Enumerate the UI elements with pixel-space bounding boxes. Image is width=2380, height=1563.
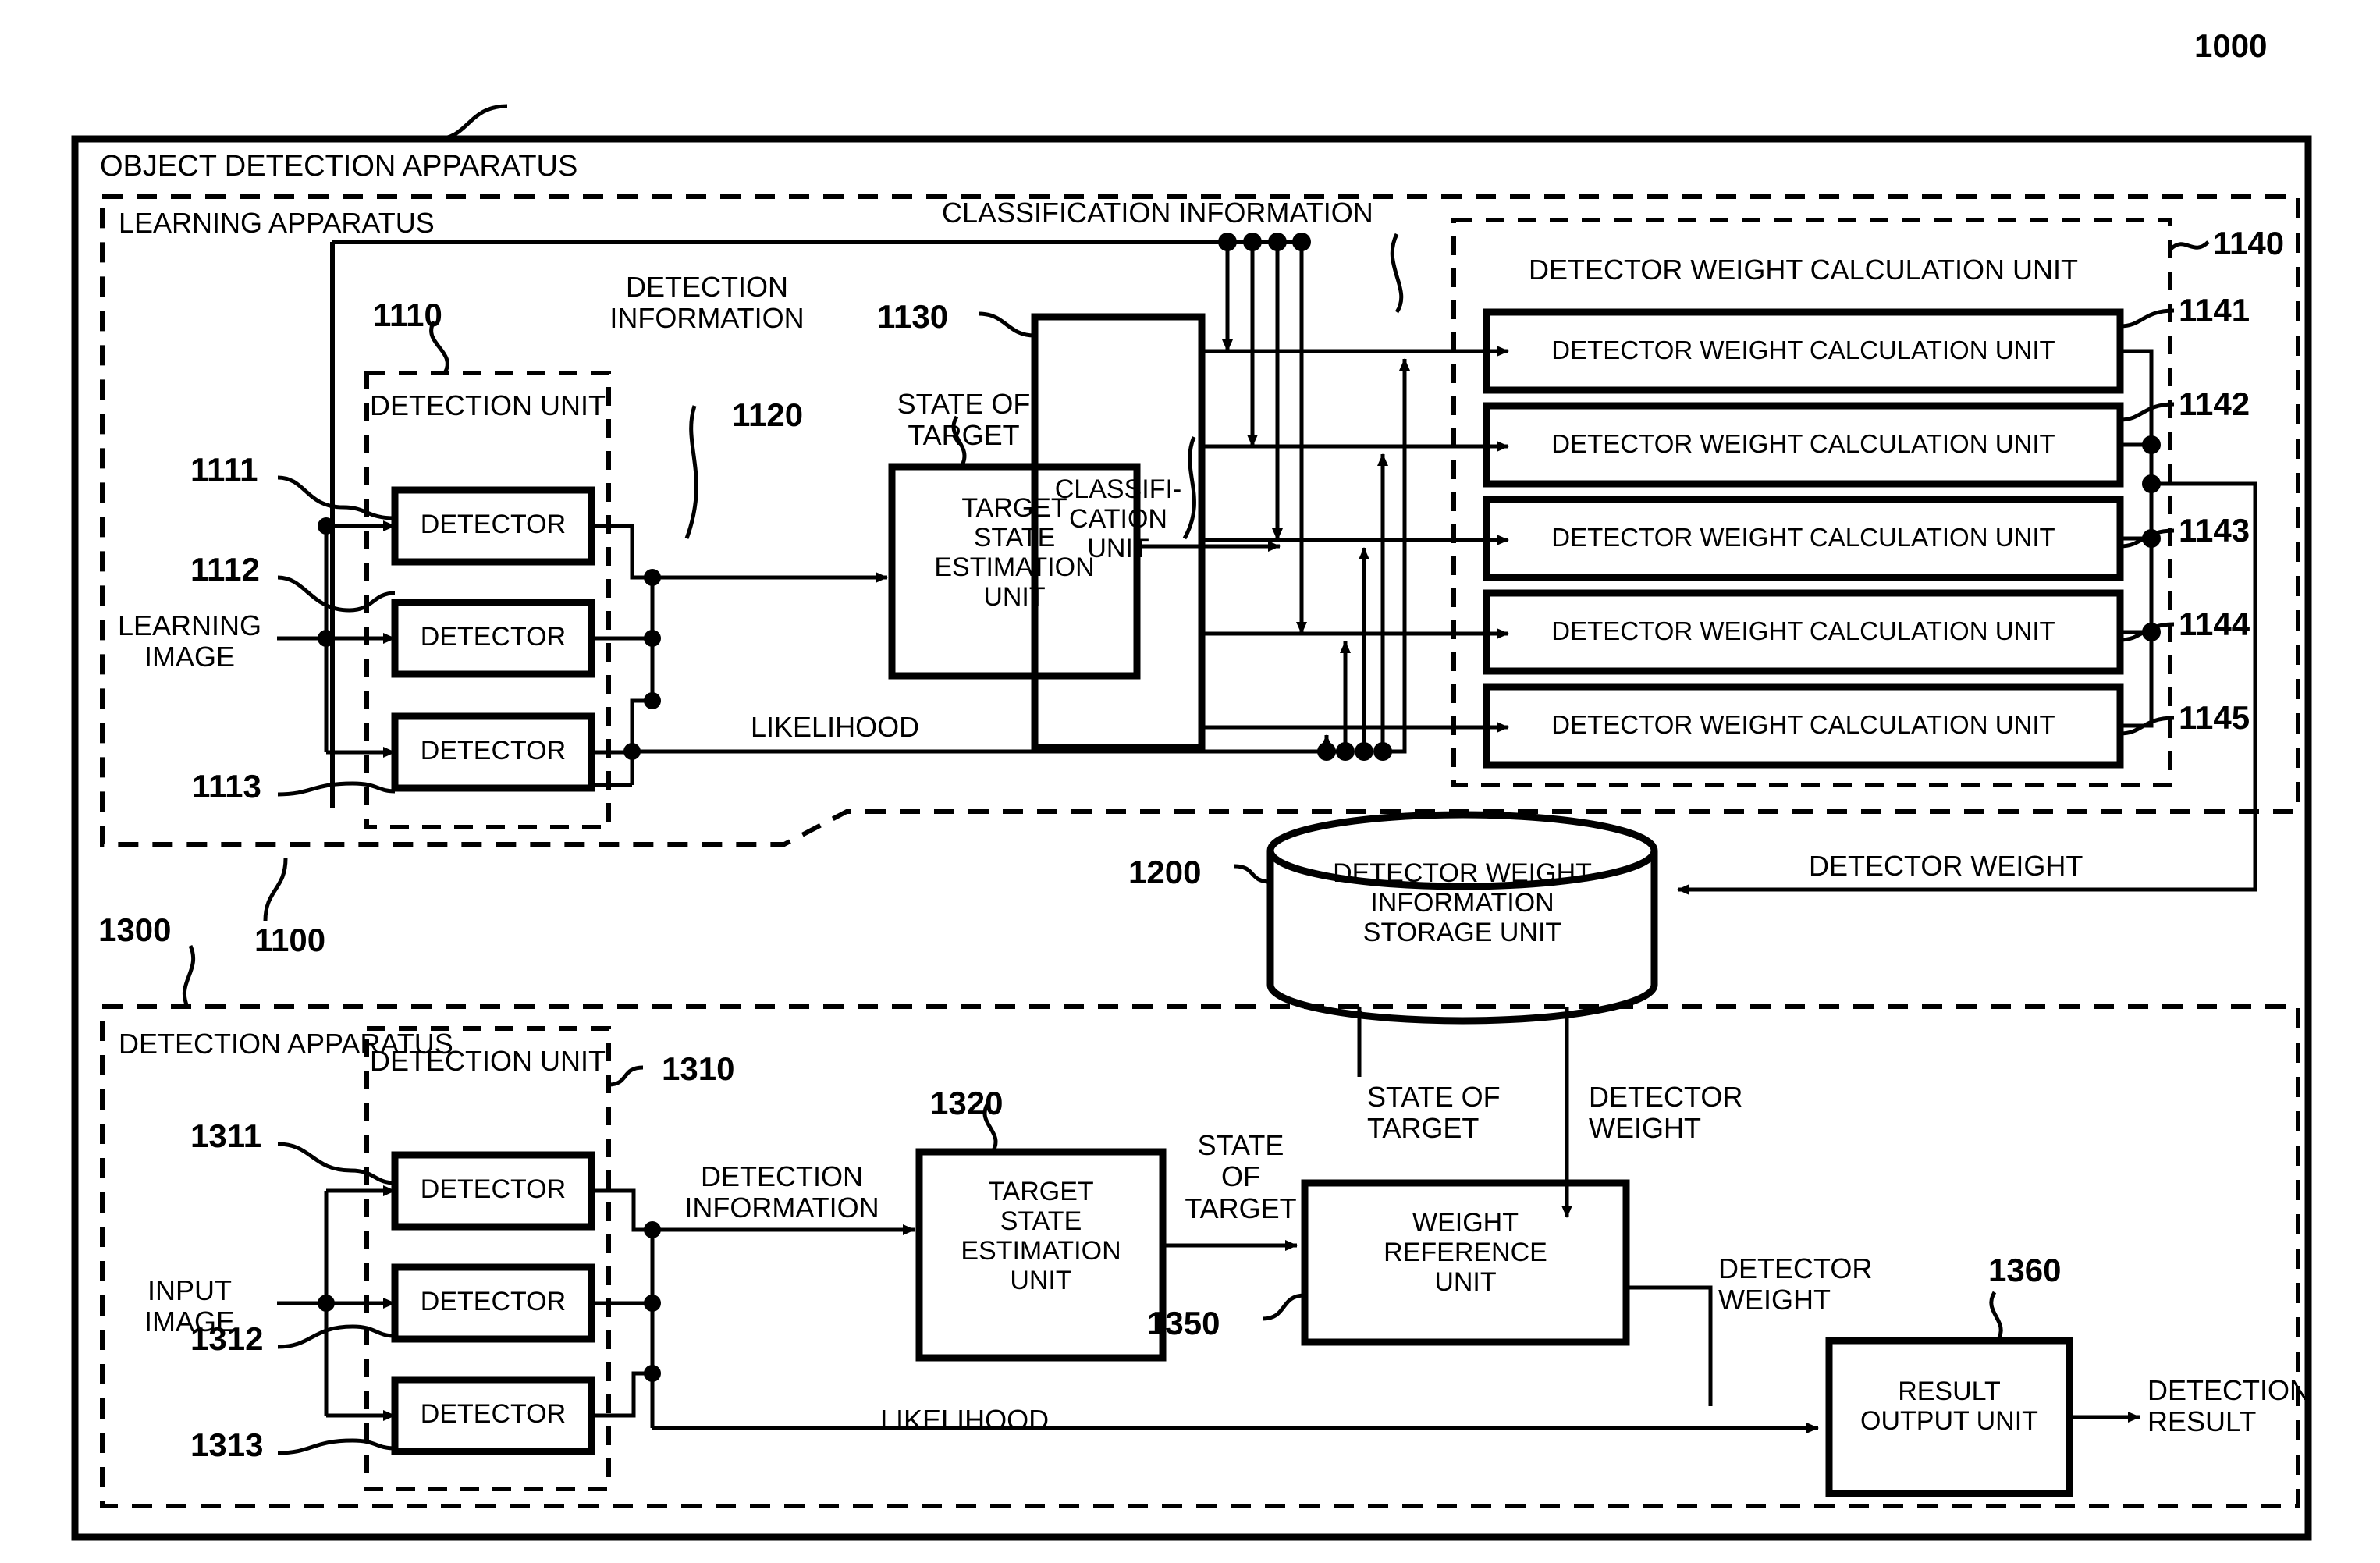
leader-1350 (1262, 1293, 1305, 1321)
ref-1141: 1141 (2179, 292, 2250, 329)
detection-information-label-2: DETECTION INFORMATION (684, 1160, 879, 1224)
ref-1360: 1360 (1988, 1252, 2062, 1288)
likelihood-label-learning: LIKELIHOOD (751, 711, 920, 743)
ref-1112: 1112 (190, 551, 260, 588)
leader-1100 (263, 858, 288, 922)
result-output-unit-label-1360: RESULT OUTPUT UNIT (1860, 1377, 2038, 1437)
junction-dot (644, 692, 661, 709)
leader-1140 (2169, 240, 2210, 251)
leader-1130 (978, 311, 1035, 338)
leader-1311 (277, 1142, 396, 1185)
ref-1144: 1144 (2179, 606, 2250, 642)
ref-1143: 1143 (2179, 512, 2250, 549)
ref-1111: 1111 (190, 451, 258, 488)
leader-classification-information (1390, 233, 1404, 314)
learning-apparatus-title: LEARNING APPARATUS (119, 207, 435, 239)
weight-calc-label-1145: DETECTOR WEIGHT CALCULATION UNIT (1551, 710, 2055, 739)
leader-detection-information (684, 405, 698, 539)
junction-dot (2142, 529, 2161, 548)
classification-unit-label-1130: CLASSIFI- CATION UNIT (1054, 474, 1182, 564)
junction-dot (318, 517, 335, 535)
detector-weight-down-label: DETECTOR WEIGHT (1589, 1081, 1743, 1145)
leader-1113 (277, 781, 396, 797)
leader-1200 (1234, 864, 1271, 884)
junction-dot (2142, 435, 2161, 454)
weight-calc-label-1141: DETECTOR WEIGHT CALCULATION UNIT (1551, 336, 2055, 364)
leader-1300 (182, 945, 196, 1007)
ref-1142: 1142 (2179, 385, 2250, 422)
leader-1310 (608, 1065, 644, 1087)
learning-image-label: LEARNING IMAGE (117, 609, 262, 673)
storage-label-1200: DETECTOR WEIGHT INFORMATION STORAGE UNIT (1333, 858, 1592, 948)
junction-dot (2142, 623, 2161, 641)
target-state-estimation-label-1320: TARGET STATE ESTIMATION UNIT (961, 1177, 1121, 1296)
detector-weight-out-label: DETECTOR WEIGHT (1718, 1252, 1873, 1316)
weight-calc-label-1142: DETECTOR WEIGHT CALCULATION UNIT (1551, 429, 2055, 458)
detection-unit-title-1310: DETECTION UNIT (370, 1045, 606, 1077)
leader-1360 (1989, 1291, 2003, 1342)
leader-1112 (277, 575, 396, 613)
ref-1313: 1313 (190, 1426, 264, 1463)
ref-1320: 1320 (930, 1085, 1004, 1121)
detector-label-1312: DETECTOR (420, 1287, 567, 1316)
figure-canvas: 1000 OBJECT DETECTION APPARATUS LEARNING… (0, 0, 2380, 1563)
leader-1000 (436, 104, 508, 141)
junction-dot (644, 630, 661, 647)
detector-weight-label-feedback: DETECTOR WEIGHT (1809, 850, 2083, 882)
detector-label-1111: DETECTOR (420, 510, 567, 539)
likelihood-label-detection: LIKELIHOOD (880, 1404, 1050, 1436)
ref-1120: 1120 (732, 396, 804, 433)
ref-1310: 1310 (662, 1050, 735, 1087)
outer-title: OBJECT DETECTION APPARATUS (100, 150, 578, 183)
ref-1130: 1130 (877, 298, 949, 335)
leader-1141 (2119, 308, 2175, 329)
detector-label-1112: DETECTOR (420, 622, 567, 652)
weight-calc-group-title: DETECTOR WEIGHT CALCULATION UNIT (1528, 254, 2079, 286)
ref-1113: 1113 (192, 768, 261, 805)
leader-1111 (277, 475, 396, 520)
classification-information-label: CLASSIFICATION INFORMATION (942, 197, 1373, 229)
detection-information-label: DETECTION INFORMATION (609, 271, 805, 335)
detection-unit-title-1110: DETECTION UNIT (370, 389, 606, 421)
ref-1350: 1350 (1147, 1305, 1220, 1341)
state-of-target-up-label: STATE OF TARGET (1367, 1081, 1501, 1145)
leader-1142 (2119, 402, 2175, 422)
detector-label-1113: DETECTOR (420, 736, 567, 766)
ref-1100: 1100 (254, 922, 326, 958)
state-of-target-out-label: STATE OF TARGET (1185, 1129, 1297, 1224)
state-of-target-label: STATE OF TARGET (897, 388, 1031, 452)
leader-1313 (277, 1438, 396, 1455)
ref-1300: 1300 (98, 911, 172, 948)
weight-calc-label-1144: DETECTOR WEIGHT CALCULATION UNIT (1551, 616, 2055, 645)
leader-1312 (277, 1324, 396, 1349)
junction-dot (644, 1295, 661, 1312)
weight-calc-label-1143: DETECTOR WEIGHT CALCULATION UNIT (1551, 523, 2055, 552)
ref-1140: 1140 (2213, 225, 2285, 261)
ref-1145: 1145 (2179, 699, 2250, 736)
detector-label-1311: DETECTOR (420, 1174, 567, 1204)
detection-result-label: DETECTION RESULT (2147, 1374, 2311, 1438)
detector-label-1313: DETECTOR (420, 1399, 567, 1429)
ref-1110: 1110 (373, 297, 442, 333)
input-image-label: INPUT IMAGE (144, 1274, 235, 1338)
ref-1200: 1200 (1128, 854, 1202, 890)
ref-1000: 1000 (2194, 27, 2268, 64)
weight-reference-unit-label-1350: WEIGHT REFERENCE UNIT (1384, 1208, 1547, 1298)
ref-1311: 1311 (190, 1117, 262, 1154)
